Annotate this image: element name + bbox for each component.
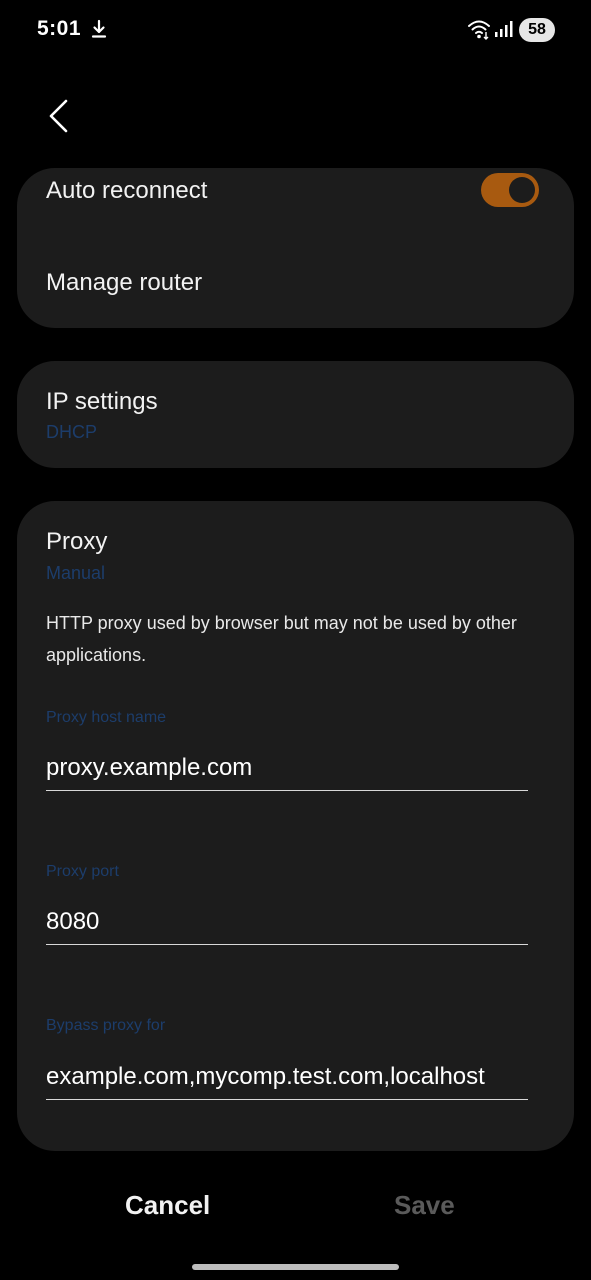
- back-button[interactable]: [36, 92, 80, 140]
- ip-settings-card[interactable]: IP settings DHCP: [17, 361, 574, 468]
- manage-router-label: Manage router: [46, 269, 203, 296]
- download-icon: [91, 19, 107, 38]
- toggle-knob: [509, 177, 535, 203]
- bypass-proxy-label: Bypass proxy for: [46, 1017, 166, 1034]
- wifi-icon: [468, 20, 490, 40]
- status-bar: 5:01 58: [0, 0, 591, 60]
- proxy-port-input[interactable]: [46, 899, 528, 945]
- cancel-button[interactable]: Cancel: [125, 1190, 210, 1221]
- home-indicator[interactable]: [192, 1264, 399, 1270]
- proxy-label: Proxy: [46, 528, 108, 555]
- auto-reconnect-toggle[interactable]: [481, 173, 539, 207]
- connection-options-card: Auto reconnect Manage router: [17, 168, 574, 328]
- proxy-row[interactable]: Proxy Manual: [17, 501, 574, 593]
- auto-reconnect-row[interactable]: Auto reconnect: [17, 168, 574, 228]
- proxy-host-label: Proxy host name: [46, 709, 167, 726]
- proxy-description: HTTP proxy used by browser but may not b…: [46, 613, 517, 665]
- auto-reconnect-label: Auto reconnect: [46, 177, 208, 204]
- battery-badge: 58: [519, 18, 555, 42]
- bypass-proxy-input[interactable]: [46, 1054, 528, 1100]
- chevron-left-icon: [49, 99, 68, 133]
- proxy-card: Proxy Manual HTTP proxy used by browser …: [17, 501, 574, 1151]
- proxy-value: Manual: [46, 563, 106, 583]
- save-button[interactable]: Save: [394, 1190, 455, 1221]
- signal-icon: [495, 21, 513, 37]
- ip-settings-value: DHCP: [46, 422, 98, 442]
- manage-router-row[interactable]: Manage router: [17, 248, 574, 318]
- proxy-port-label: Proxy port: [46, 863, 119, 880]
- proxy-host-input[interactable]: [46, 745, 528, 791]
- ip-settings-label: IP settings: [46, 388, 158, 415]
- status-time: 5:01: [37, 17, 82, 40]
